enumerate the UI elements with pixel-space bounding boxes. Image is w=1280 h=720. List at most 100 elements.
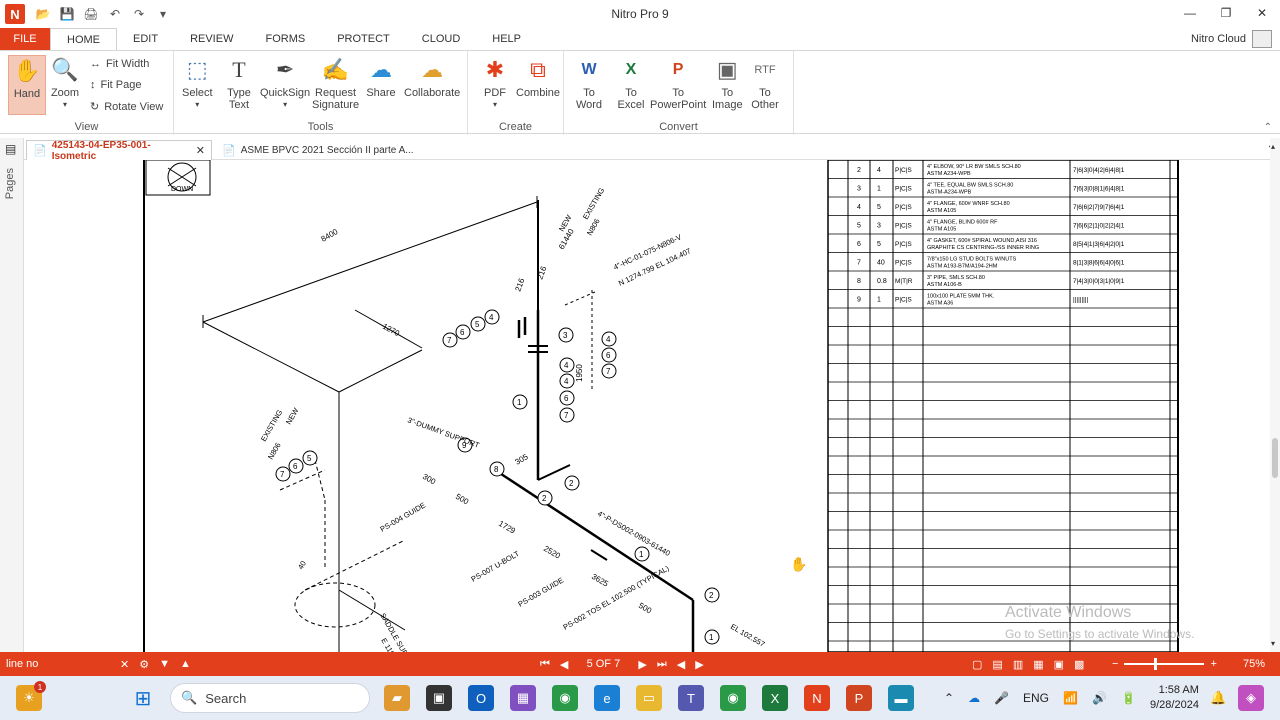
- tab-help[interactable]: HELP: [476, 28, 537, 50]
- chrome-profile-icon[interactable]: ◉: [720, 685, 746, 711]
- print-icon[interactable]: 🖨: [83, 7, 99, 21]
- rotate-view-button[interactable]: ↻ Rotate View: [90, 100, 163, 114]
- microphone-icon[interactable]: 🎤: [994, 691, 1009, 705]
- forward-view-icon[interactable]: ▶: [695, 658, 703, 671]
- close-tab-icon[interactable]: ✕: [196, 144, 205, 157]
- tray-chevron-icon[interactable]: ⌃: [944, 691, 954, 705]
- restore-icon[interactable]: ❐: [1208, 0, 1244, 26]
- close-find-icon[interactable]: ✕: [120, 658, 129, 671]
- windows-start-icon[interactable]: ⊞: [130, 685, 156, 711]
- combine-button[interactable]: ⧉ Combine: [516, 55, 560, 100]
- bom-item-number: 6: [857, 241, 861, 248]
- to-excel-button[interactable]: X To Excel: [616, 55, 646, 112]
- to-word-button[interactable]: W To Word: [574, 55, 604, 112]
- notifications-icon[interactable]: 🔔: [1210, 690, 1226, 706]
- to-powerpoint-button[interactable]: P To PowerPoint: [650, 55, 706, 112]
- fullscreen-icon[interactable]: ▣: [1054, 658, 1064, 671]
- powerpoint-taskbar-icon[interactable]: P: [846, 685, 872, 711]
- zoom-level[interactable]: 75%: [1243, 658, 1265, 670]
- scroll-down-icon[interactable]: ▾: [1271, 639, 1275, 648]
- tab-review[interactable]: REVIEW: [174, 28, 249, 50]
- excel-taskbar-icon[interactable]: X: [762, 685, 788, 711]
- zoom-button[interactable]: 🔍 Zoom ▾: [50, 55, 80, 111]
- photos-icon[interactable]: ▬: [888, 685, 914, 711]
- search-box[interactable]: 🔍 Search: [170, 683, 370, 713]
- close-icon[interactable]: ✕: [1244, 0, 1280, 26]
- open-icon[interactable]: 📂: [35, 7, 51, 21]
- nitro-taskbar-icon[interactable]: N: [804, 685, 830, 711]
- battery-icon[interactable]: 🔋: [1121, 691, 1136, 705]
- scroll-thumb[interactable]: [1272, 438, 1278, 478]
- tab-home[interactable]: HOME: [50, 28, 117, 50]
- svg-text:5: 5: [307, 454, 312, 463]
- doc-tab-isometric[interactable]: 📄 425143-04-EP35-001-Isometric ✕: [26, 140, 212, 162]
- bom-item-number: 8: [857, 278, 861, 285]
- tab-protect[interactable]: PROTECT: [321, 28, 406, 50]
- find-previous-icon[interactable]: ▲: [180, 658, 191, 671]
- to-image-button[interactable]: ▣ To Image: [712, 55, 743, 112]
- request-signature-button[interactable]: ✍ Request Signature: [312, 55, 359, 112]
- chrome-icon[interactable]: ◉: [552, 685, 578, 711]
- zoom-slider[interactable]: [1124, 658, 1205, 670]
- select-button[interactable]: ⬚ Select ▾: [182, 55, 213, 111]
- pdf-button[interactable]: ✱ PDF ▾: [480, 55, 510, 111]
- find-next-icon[interactable]: ▼: [159, 658, 170, 671]
- pages-tab-label[interactable]: Pages: [4, 168, 16, 199]
- teams-icon[interactable]: T: [678, 685, 704, 711]
- undo-icon[interactable]: ↶: [107, 7, 123, 21]
- vertical-scrollbar[interactable]: ▴ ▾: [1270, 138, 1280, 652]
- file-explorer-icon[interactable]: ▭: [636, 685, 662, 711]
- weather-icon[interactable]: ☀ 1: [16, 681, 46, 711]
- zoom-out-icon[interactable]: −: [1112, 658, 1118, 670]
- scroll-up-icon[interactable]: ▴: [1271, 142, 1275, 151]
- avatar[interactable]: [1252, 30, 1272, 48]
- copilot-icon[interactable]: ◈: [1238, 685, 1264, 711]
- zoom-in-icon[interactable]: +: [1210, 658, 1216, 670]
- hand-tool-button[interactable]: ✋ Hand: [8, 55, 46, 115]
- clock[interactable]: 1:58 AM 9/28/2024: [1150, 683, 1199, 713]
- customize-icon[interactable]: ▾: [155, 7, 171, 21]
- tab-edit[interactable]: EDIT: [117, 28, 174, 50]
- settings-icon[interactable]: ⚙: [139, 658, 149, 671]
- nitro-cloud-label[interactable]: Nitro Cloud: [1191, 33, 1246, 45]
- store-icon[interactable]: ▰: [384, 685, 410, 711]
- task-view-icon[interactable]: ▣: [426, 685, 452, 711]
- single-page-icon[interactable]: ▢: [972, 658, 982, 671]
- share-button[interactable]: ☁ Share: [366, 55, 396, 100]
- facing-continuous-icon[interactable]: ▦: [1033, 658, 1043, 671]
- document-viewer[interactable]: DOWN 7 6 5 4 3 4 6 7 4 4 6 7 1 9 8 2 2 1…: [25, 160, 1270, 652]
- previous-page-icon[interactable]: ◀: [560, 658, 568, 671]
- redo-icon[interactable]: ↷: [131, 7, 147, 21]
- to-other-button[interactable]: RTF To Other: [750, 55, 780, 111]
- back-view-icon[interactable]: ◀: [677, 658, 685, 671]
- pages-panel-icon[interactable]: ▤: [5, 142, 16, 156]
- svg-text:6: 6: [564, 394, 569, 403]
- outlook-icon[interactable]: O: [468, 685, 494, 711]
- tab-cloud[interactable]: CLOUD: [406, 28, 477, 50]
- app-icon[interactable]: ▦: [510, 685, 536, 711]
- first-page-icon[interactable]: ⏮: [540, 658, 550, 671]
- type-text-button[interactable]: T Type Text: [224, 55, 254, 112]
- volume-icon[interactable]: 🔊: [1092, 691, 1107, 705]
- minimize-icon[interactable]: —: [1172, 0, 1208, 26]
- next-page-icon[interactable]: ▶: [638, 658, 646, 671]
- save-icon[interactable]: 💾: [59, 7, 75, 21]
- page-indicator[interactable]: 5 OF 7: [578, 658, 628, 670]
- bom-description: 4" ELBOW, 90° LR BW SMLS SCH.80: [927, 164, 1021, 170]
- file-menu-button[interactable]: FILE: [0, 28, 50, 50]
- tab-forms[interactable]: FORMS: [249, 28, 321, 50]
- collapse-ribbon-icon[interactable]: ⌃: [1264, 122, 1272, 133]
- onedrive-icon[interactable]: ☁: [968, 691, 980, 705]
- quicksign-button[interactable]: ✒ QuickSign ▾: [260, 55, 310, 111]
- language-indicator[interactable]: ENG: [1023, 691, 1049, 705]
- doc-tab-asme[interactable]: 📄 ASME BPVC 2021 Sección II parte A...: [216, 140, 446, 160]
- fit-page-button[interactable]: ↕ Fit Page: [90, 79, 141, 91]
- edge-icon[interactable]: e: [594, 685, 620, 711]
- slideshow-icon[interactable]: ▩: [1074, 658, 1084, 671]
- fit-width-button[interactable]: ↔ Fit Width: [90, 58, 149, 70]
- last-page-icon[interactable]: ⏭: [657, 658, 667, 671]
- continuous-icon[interactable]: ▤: [992, 658, 1002, 671]
- facing-icon[interactable]: ▥: [1013, 658, 1023, 671]
- wifi-icon[interactable]: 📶: [1063, 691, 1078, 705]
- collaborate-button[interactable]: ☁ Collaborate: [404, 55, 460, 100]
